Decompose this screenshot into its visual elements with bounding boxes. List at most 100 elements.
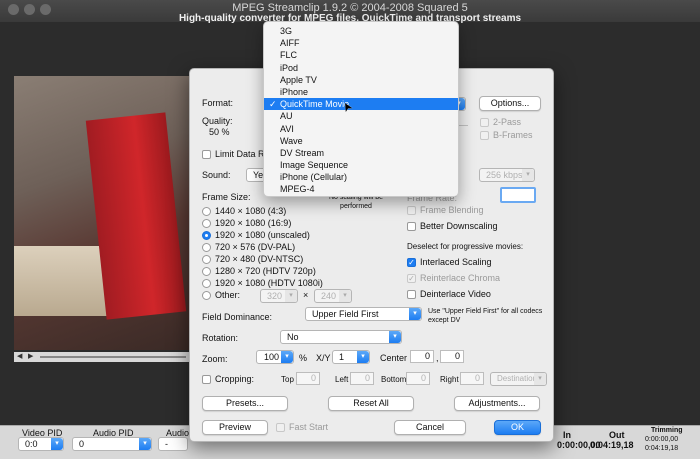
format-menu-item-label: Apple TV <box>280 74 317 85</box>
chevron-down-icon: ▾ <box>534 373 546 385</box>
scrubber-track[interactable] <box>40 356 186 358</box>
frame-rate-field[interactable] <box>500 187 536 203</box>
format-menu-item[interactable]: 3G <box>264 25 458 37</box>
center-x-field[interactable]: 0 <box>410 350 434 363</box>
chevron-down-icon: ▾ <box>285 290 297 302</box>
format-menu-item[interactable]: iPod <box>264 62 458 74</box>
crop-destination-select[interactable]: Destination ▾ <box>490 372 547 386</box>
zoom-unit: % <box>299 353 308 363</box>
frame-size-radio[interactable] <box>202 243 211 252</box>
frame-size-radio-other[interactable] <box>202 291 211 300</box>
frame-size-label: Frame Size: <box>202 192 251 202</box>
zoom-select[interactable]: 100 ▾ <box>256 350 294 364</box>
play-icon[interactable]: ▶ <box>28 352 33 360</box>
format-menu-item[interactable]: AU <box>264 110 458 122</box>
deinterlace-video-label: Deinterlace Video <box>420 289 491 299</box>
reset-all-button[interactable]: Reset All <box>328 396 414 411</box>
deinterlace-video-checkbox[interactable] <box>407 290 416 299</box>
fast-start-checkbox[interactable] <box>276 423 285 432</box>
crop-top-field[interactable]: 0 <box>296 372 320 385</box>
video-pid-select[interactable]: 0:0 ▾ <box>18 437 64 451</box>
format-menu-item[interactable]: Image Sequence <box>264 159 458 171</box>
chevron-down-icon: ▾ <box>522 169 534 181</box>
sound-bitrate-select[interactable]: 256 kbps ▾ <box>479 168 535 182</box>
format-menu-item[interactable]: iPhone <box>264 86 458 98</box>
other-height-select[interactable]: 240 ▾ <box>314 289 352 303</box>
frame-size-option: 1920 × 1080 (HDTV 1080i) <box>215 278 323 288</box>
frame-size-radio[interactable] <box>202 267 211 276</box>
interlaced-scaling-checkbox[interactable]: ✓ <box>407 258 416 267</box>
format-menu-item-label: iPhone <box>280 86 309 97</box>
ok-button[interactable]: OK <box>494 420 541 435</box>
format-menu-item[interactable]: FLC <box>264 49 458 61</box>
rotation-select[interactable]: No ▾ <box>280 330 402 344</box>
format-menu-item[interactable]: DV Stream <box>264 147 458 159</box>
preview-button[interactable]: Preview <box>202 420 268 435</box>
frame-blending-checkbox[interactable] <box>407 206 416 215</box>
rotation-value: No <box>287 332 299 342</box>
frame-size-radio[interactable] <box>202 219 211 228</box>
options-button[interactable]: Options... <box>479 96 541 111</box>
format-menu-item[interactable]: Wave <box>264 135 458 147</box>
cropping-label: Cropping: <box>215 374 255 384</box>
other-width-select[interactable]: 320 ▾ <box>260 289 298 303</box>
in-label: In <box>563 430 571 440</box>
format-menu-item[interactable]: ✓ QuickTime Movie <box>264 98 458 111</box>
cropping-checkbox[interactable] <box>202 375 211 384</box>
other-label: Other: <box>215 290 241 300</box>
better-downscaling-checkbox[interactable] <box>407 222 416 231</box>
other-x-label: × <box>303 290 309 300</box>
chevron-down-icon: ▾ <box>139 438 151 450</box>
video-preview <box>14 76 190 350</box>
frame-size-radio[interactable] <box>202 255 211 264</box>
two-pass-checkbox[interactable] <box>480 118 489 127</box>
audio-pid-select[interactable]: 0 ▾ <box>72 437 152 451</box>
format-menu-item-label: Image Sequence <box>280 160 349 171</box>
other-width-value: 320 <box>267 291 283 301</box>
presets-button[interactable]: Presets... <box>202 396 288 411</box>
trimming-out-value: 0:04:19,18 <box>645 445 679 452</box>
two-pass-label: 2-Pass <box>493 117 522 127</box>
center-comma: , <box>436 353 439 363</box>
format-menu-item[interactable]: iPhone (Cellular) <box>264 171 458 183</box>
format-menu-item-label: Wave <box>280 135 303 146</box>
audio-select[interactable]: - <box>158 437 188 451</box>
volume-icon[interactable]: ◀ <box>17 352 22 360</box>
format-menu-item[interactable]: AIFF <box>264 37 458 49</box>
xy-select[interactable]: 1 ▾ <box>332 350 370 364</box>
frame-size-radio[interactable] <box>202 279 211 288</box>
limit-data-rate-checkbox[interactable] <box>202 150 211 159</box>
field-dominance-select[interactable]: Upper Field First ▾ <box>305 307 422 321</box>
audio-pid-value: 0 <box>79 439 85 449</box>
frame-size-option: 720 × 480 (DV-NTSC) <box>215 254 304 264</box>
sound-bitrate-value: 256 kbps <box>486 170 523 180</box>
crop-destination-value: Destination <box>497 374 538 383</box>
frame-size-option: 720 × 576 (DV-PAL) <box>215 242 296 252</box>
format-menu-item-label: AIFF <box>280 38 300 49</box>
sound-value: Ye <box>253 170 264 180</box>
frame-size-option: 1920 × 1080 (16:9) <box>215 218 292 228</box>
b-frames-checkbox[interactable] <box>480 131 489 140</box>
field-dominance-note: Use "Upper Field First" for all codecs e… <box>428 308 543 324</box>
reinterlace-chroma-checkbox[interactable]: ✓ <box>407 274 416 283</box>
crop-right-field[interactable]: 0 <box>460 372 484 385</box>
format-menu-item[interactable]: AVI <box>264 123 458 135</box>
frame-size-radio[interactable] <box>202 207 211 216</box>
frame-size-radio[interactable] <box>202 231 211 240</box>
checkmark-icon: ✓ <box>269 99 277 110</box>
adjustments-button[interactable]: Adjustments... <box>454 396 540 411</box>
crop-left-field[interactable]: 0 <box>350 372 374 385</box>
format-menu-item[interactable]: Apple TV <box>264 74 458 86</box>
field-dominance-label: Field Dominance: <box>202 312 273 322</box>
chevron-down-icon: ▾ <box>389 331 401 343</box>
video-scrubber[interactable]: ◀ ▶ <box>14 352 190 362</box>
crop-bottom-field[interactable]: 0 <box>406 372 430 385</box>
cancel-button[interactable]: Cancel <box>394 420 466 435</box>
format-menu: 3G AIFF FLC iPod Apple TV iPhone ✓ QuickTime Mo… <box>263 21 459 197</box>
format-menu-item[interactable]: MPEG-4 <box>264 183 458 195</box>
crop-right-label: Right <box>440 375 459 384</box>
crop-bottom-label: Bottom <box>381 375 407 384</box>
audio-value: - <box>165 439 168 449</box>
other-height-value: 240 <box>321 291 337 301</box>
center-y-field[interactable]: 0 <box>440 350 464 363</box>
